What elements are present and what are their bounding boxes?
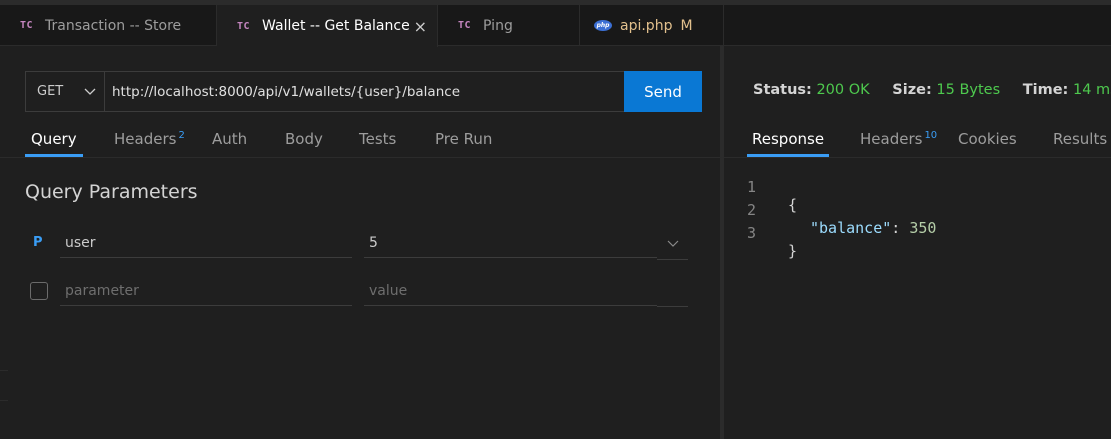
response-tabs: Response Headers 10 Cookies Results [724,120,1111,158]
close-icon[interactable]: × [414,17,427,36]
status-value: 200 OK [816,82,870,98]
line-number: 3 [747,224,757,242]
tab-label: api.php [620,17,673,34]
request-file-icon: TC [237,20,251,32]
tab-response[interactable]: Response [752,130,824,148]
code-text: } [788,242,798,260]
json-separator: : [891,219,910,237]
panel-edge-mark [0,400,8,401]
active-tab-underline [747,154,829,157]
param-name-input[interactable]: user [60,228,352,258]
enable-param-checkbox[interactable] [30,282,48,300]
request-tabs: Query Headers 2 Auth Body Tests Pre Run [0,120,720,158]
size-label: Size: [892,82,932,98]
status-label: Status: [753,82,812,98]
tab-ping[interactable]: TC Ping [438,5,580,46]
chevron-down-icon[interactable] [666,236,680,250]
url-value: http://localhost:8000/api/v1/wallets/{us… [112,83,460,100]
thunder-client-window: TC Transaction -- Store TC Wallet -- Get… [0,0,1111,439]
size-value: 15 Bytes [936,82,1001,98]
field-underline [657,259,688,260]
parameter-marker: P [33,235,43,250]
tab-body[interactable]: Body [285,130,323,148]
php-file-icon: php [594,20,612,31]
response-headers-count-badge: 10 [924,130,938,141]
editor-tab-bar: TC Transaction -- Store TC Wallet -- Get… [0,0,1111,47]
tab-results[interactable]: Results [1053,130,1107,148]
tab-pre-run[interactable]: Pre Run [435,130,492,148]
tab-query[interactable]: Query [31,130,77,148]
new-param-value-input[interactable]: value [364,276,657,306]
chevron-down-icon [84,88,96,95]
new-param-name-input[interactable]: parameter [60,276,352,306]
time-label: Time: [1022,82,1069,98]
tab-tests[interactable]: Tests [359,130,396,148]
send-button[interactable]: Send [624,71,702,112]
tab-wallet-get-balance[interactable]: TC Wallet -- Get Balance × [217,5,438,47]
field-underline [657,306,688,307]
headers-count-badge: 2 [178,130,185,141]
method-select[interactable]: GET [25,71,105,112]
tab-label: Ping [483,17,513,34]
tab-headers[interactable]: Headers 2 [114,130,185,148]
panel-edge-mark [0,370,8,371]
query-parameters-title: Query Parameters [25,181,198,203]
response-status-bar: Status: 200 OK Size: 15 Bytes Time: 14 m… [753,82,1111,98]
tab-label: Wallet -- Get Balance [262,18,410,34]
time-value: 14 ms [1072,82,1111,98]
url-input[interactable]: http://localhost:8000/api/v1/wallets/{us… [104,71,625,112]
code-line: 1 { [724,160,797,214]
json-key: "balance" [810,219,892,237]
tab-response-headers[interactable]: Headers 10 [860,130,937,148]
code-text: "balance": 350 [810,219,936,237]
modified-indicator: M [680,17,693,34]
active-tab-underline [25,154,83,157]
tab-label: Transaction -- Store [45,17,182,34]
code-line: 3 } [724,206,797,260]
tab-auth[interactable]: Auth [212,130,247,148]
request-file-icon: TC [458,20,472,31]
tab-transaction-store[interactable]: TC Transaction -- Store [0,5,217,46]
method-value: GET [37,84,64,99]
tab-cookies[interactable]: Cookies [958,130,1017,148]
json-value: 350 [909,219,937,237]
request-file-icon: TC [20,20,34,31]
code-text: { [788,196,798,214]
tab-api-php[interactable]: php api.php M [580,5,724,46]
param-value-input[interactable]: 5 [364,228,657,258]
code-line: 2 "balance": 350 [724,183,936,237]
